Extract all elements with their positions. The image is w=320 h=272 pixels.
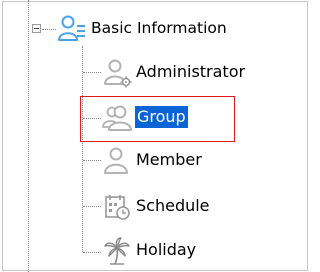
users-list-icon [57, 14, 87, 44]
calendar-clock-icon [102, 192, 132, 222]
admin-user-gear-icon [102, 58, 132, 88]
palm-tree-icon [102, 236, 132, 266]
member-user-icon [102, 146, 132, 176]
tree-node-schedule[interactable]: Schedule [0, 192, 300, 222]
tree-node-member[interactable]: Member [0, 146, 300, 176]
tree-node-holiday[interactable]: Holiday [0, 236, 300, 266]
tree-node-label: Schedule [136, 196, 210, 215]
tree-node-label: Holiday [136, 240, 197, 259]
tree-node-administrator[interactable]: Administrator [0, 58, 300, 88]
tree-node-label: Basic Information [91, 19, 227, 37]
tree-node-basic-information[interactable]: Basic Information [0, 14, 300, 44]
tree-node-label: Administrator [136, 62, 246, 81]
highlight-box [80, 96, 235, 142]
tree-node-label: Member [136, 150, 202, 169]
